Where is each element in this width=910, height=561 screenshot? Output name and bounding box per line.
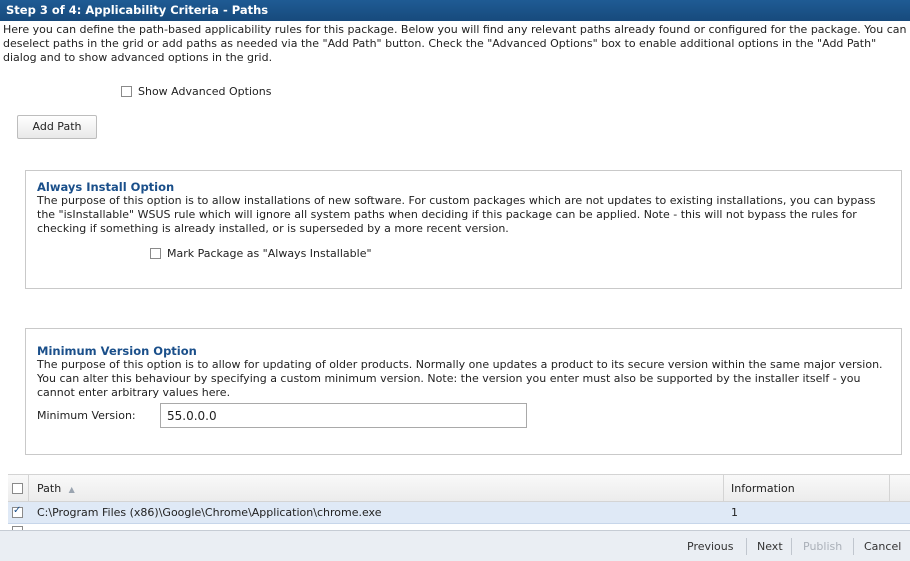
- add-path-button[interactable]: Add Path: [17, 115, 97, 139]
- row-select-checkbox[interactable]: [12, 505, 23, 518]
- always-installable-checkbox[interactable]: [150, 248, 161, 259]
- show-advanced-options[interactable]: Show Advanced Options: [121, 85, 271, 98]
- wizard-footer: Previous Next Publish Cancel: [0, 530, 910, 561]
- show-advanced-options-checkbox[interactable]: [121, 86, 132, 97]
- wizard-step-title: Step 3 of 4: Applicability Criteria - Pa…: [0, 0, 910, 21]
- minimum-version-title: Minimum Version Option: [37, 344, 197, 358]
- publish-button[interactable]: Publish: [803, 540, 842, 553]
- minimum-version-input[interactable]: [160, 403, 527, 428]
- sort-ascending-icon: ▲: [68, 485, 75, 494]
- row-path: C:\Program Files (x86)\Google\Chrome\App…: [37, 506, 382, 519]
- minimum-version-label: Minimum Version:: [37, 409, 136, 422]
- always-install-title: Always Install Option: [37, 180, 175, 194]
- select-all-checkbox[interactable]: [12, 483, 23, 494]
- paths-grid-header: Path ▲ Information: [8, 474, 910, 502]
- column-header-path[interactable]: Path ▲: [37, 482, 75, 495]
- next-button[interactable]: Next: [757, 540, 783, 553]
- row-information: 1: [731, 506, 738, 519]
- always-install-panel: Always Install Option The purpose of thi…: [25, 170, 902, 289]
- minimum-version-panel: Minimum Version Option The purpose of th…: [25, 328, 902, 455]
- always-installable-option[interactable]: Mark Package as "Always Installable": [150, 247, 372, 260]
- table-row[interactable]: C:\Program Files (x86)\Google\Chrome\App…: [8, 502, 910, 524]
- show-advanced-options-label: Show Advanced Options: [138, 85, 272, 98]
- column-header-information[interactable]: Information: [731, 482, 795, 495]
- path-column-label: Path: [37, 482, 62, 495]
- intro-text: Here you can define the path-based appli…: [3, 23, 907, 64]
- always-install-description: The purpose of this option is to allow i…: [37, 194, 876, 235]
- minimum-version-description: The purpose of this option is to allow f…: [37, 358, 883, 399]
- previous-button[interactable]: Previous: [687, 540, 734, 553]
- cancel-button[interactable]: Cancel: [864, 540, 901, 553]
- always-installable-label: Mark Package as "Always Installable": [167, 247, 372, 260]
